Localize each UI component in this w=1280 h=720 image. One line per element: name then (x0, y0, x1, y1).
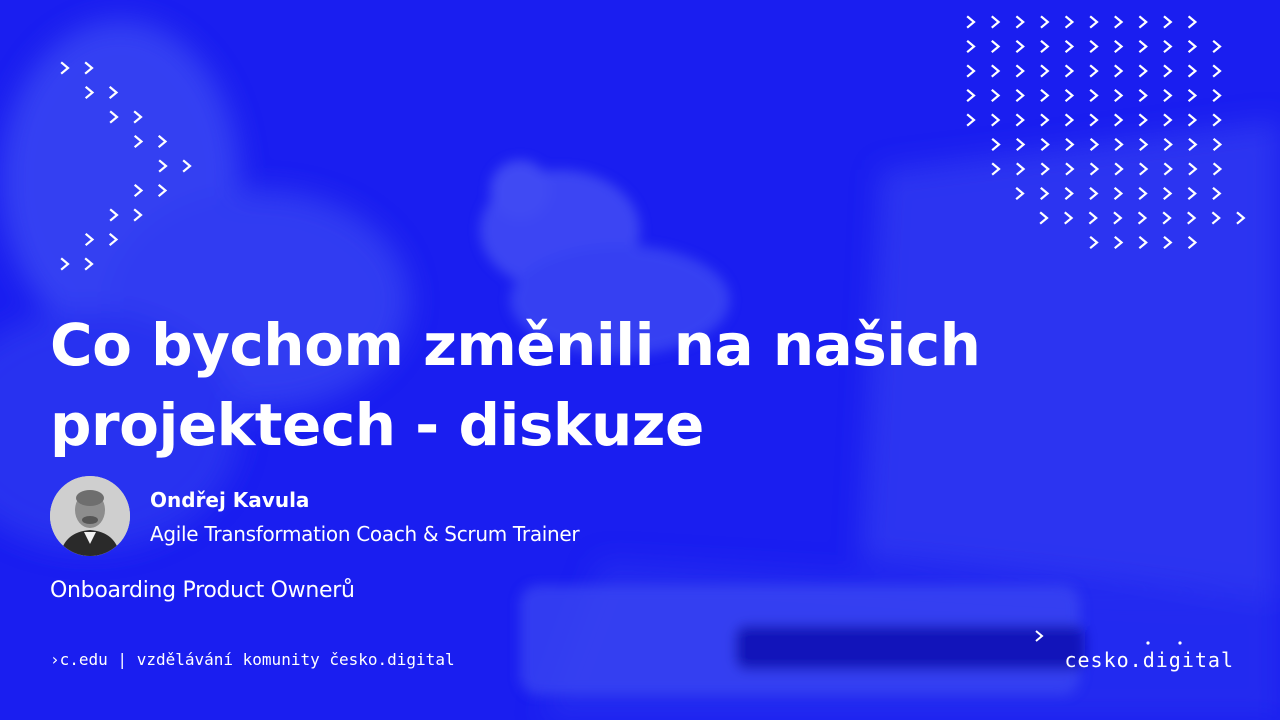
logo-chevron-icon (1035, 630, 1182, 645)
avatar (50, 476, 130, 556)
talk-title: Co bychom změnili na našich projektech -… (50, 305, 1050, 465)
talk-title-line-1: Co bychom změnili na našich (50, 311, 981, 379)
cesko-digital-logo: cesko.digital (1064, 648, 1234, 672)
avatar-photo (50, 476, 130, 556)
course-name: Onboarding Product Ownerů (50, 578, 355, 603)
speaker-role: Agile Transformation Coach & Scrum Train… (150, 522, 580, 546)
footer-text: ›c.edu | vzdělávání komunity česko.digit… (50, 650, 455, 669)
speaker-name: Ondřej Kavula (150, 488, 310, 512)
speaker-block: Ondřej Kavula Agile Transformation Coach… (50, 476, 950, 556)
talk-title-line-2: projektech - diskuze (50, 391, 704, 459)
